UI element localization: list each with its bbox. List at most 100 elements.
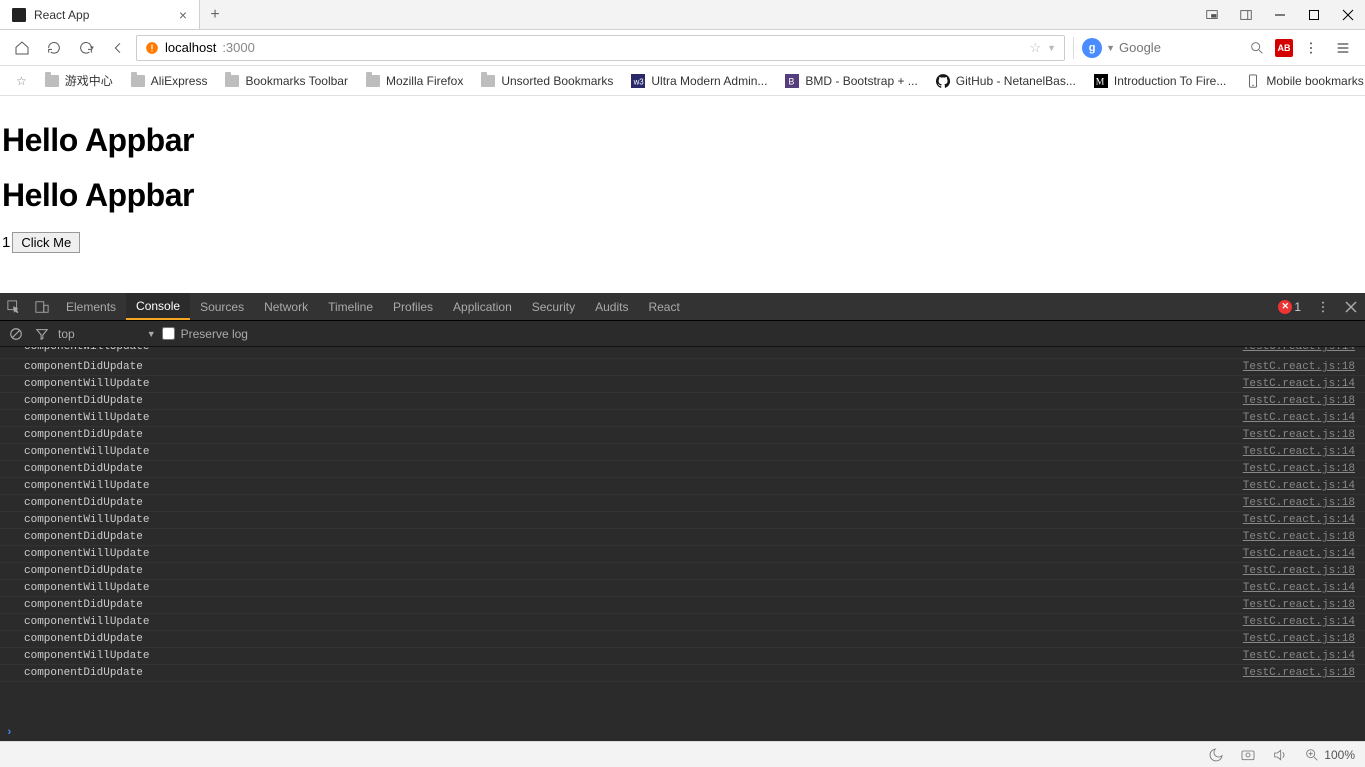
devtools-kebab-icon[interactable] (1309, 293, 1337, 320)
bookmark-item[interactable]: Unsorted Bookmarks (473, 66, 621, 95)
inspect-element-icon[interactable] (0, 293, 28, 320)
adblock-extension-icon[interactable]: AB (1275, 39, 1293, 57)
new-tab-button[interactable]: + (200, 0, 230, 29)
search-button[interactable] (1243, 34, 1271, 62)
devtools-tab-audits[interactable]: Audits (585, 293, 638, 320)
console-message: componentDidUpdate (24, 361, 143, 373)
reload-button[interactable] (40, 34, 68, 62)
window-sidebar-icon[interactable] (1229, 0, 1263, 29)
devtools-tab-console[interactable]: Console (126, 293, 190, 320)
console-message: componentWillUpdate (24, 480, 149, 492)
error-count-badge[interactable]: ✕ (1278, 300, 1292, 314)
bookmark-item[interactable]: Bookmarks Toolbar (217, 66, 356, 95)
console-prompt[interactable]: › (0, 725, 1365, 741)
device-toolbar-icon[interactable] (28, 293, 56, 320)
search-engine-badge[interactable]: g (1082, 38, 1102, 58)
devtools-tab-security[interactable]: Security (522, 293, 585, 320)
console-row: componentWillUpdateTestC.react.js:14 (0, 410, 1365, 427)
bookmark-star-icon[interactable]: ☆ (1030, 40, 1042, 56)
console-source-link[interactable]: TestC.react.js:14 (1243, 548, 1355, 560)
devtools-tab-application[interactable]: Application (443, 293, 522, 320)
console-source-link[interactable]: TestC.react.js:18 (1243, 565, 1355, 577)
kebab-menu-icon[interactable] (1297, 34, 1325, 62)
bookmark-item[interactable]: 游戏中心 (37, 66, 121, 95)
console-row: componentDidUpdateTestC.react.js:18 (0, 393, 1365, 410)
bookmark-star-menu[interactable]: ☆ (8, 66, 35, 95)
home-button[interactable] (8, 34, 36, 62)
devtools-tabbar: Elements Console Sources Network Timelin… (0, 293, 1365, 321)
volume-icon[interactable] (1272, 747, 1288, 763)
search-engine-dropdown-icon[interactable]: ▼ (1106, 43, 1115, 53)
status-bar: 100% (0, 741, 1365, 767)
console-source-link[interactable]: TestC.react.js:14 (1243, 616, 1355, 628)
bookmark-item[interactable]: Mozilla Firefox (358, 66, 471, 95)
console-message: componentWillUpdate (24, 582, 149, 594)
github-icon (936, 74, 950, 88)
hamburger-menu-icon[interactable] (1329, 34, 1357, 62)
devtools-tab-timeline[interactable]: Timeline (318, 293, 383, 320)
filter-icon[interactable] (32, 327, 52, 341)
console-source-link[interactable]: TestC.react.js:18 (1243, 361, 1355, 373)
screenshot-icon[interactable] (1240, 747, 1256, 763)
bookmark-item[interactable]: w3Ultra Modern Admin... (623, 66, 775, 95)
console-row: componentWillUpdateTestC.react.js:14 (0, 614, 1365, 631)
search-input[interactable] (1119, 35, 1239, 61)
zoom-control[interactable]: 100% (1304, 747, 1355, 763)
back-button[interactable] (104, 34, 132, 62)
devtools-close-icon[interactable] (1337, 293, 1365, 320)
console-source-link[interactable]: TestC.react.js:14 (1243, 514, 1355, 526)
history-back-button[interactable]: ▾ (72, 34, 100, 62)
console-source-link[interactable]: TestC.react.js:14 (1243, 347, 1355, 350)
filter-dropdown-icon[interactable]: ▼ (147, 329, 156, 339)
console-source-link[interactable]: TestC.react.js:18 (1243, 599, 1355, 611)
devtools-tab-elements[interactable]: Elements (56, 293, 126, 320)
console-message: componentWillUpdate (24, 347, 149, 350)
devtools-tab-react[interactable]: React (638, 293, 689, 320)
console-row: componentDidUpdate TestC.react.js:18 (0, 359, 1365, 376)
preserve-log-checkbox[interactable] (162, 327, 175, 340)
page-content: Hello Appbar Hello Appbar 1 Click Me (0, 96, 1365, 293)
console-source-link[interactable]: TestC.react.js:18 (1243, 429, 1355, 441)
console-message: componentWillUpdate (24, 548, 149, 560)
url-input[interactable]: localhost:3000 ☆ ▼ (136, 35, 1065, 61)
console-source-link[interactable]: TestC.react.js:18 (1243, 667, 1355, 679)
bookmark-item[interactable]: AliExpress (123, 66, 216, 95)
window-minimize-button[interactable] (1263, 0, 1297, 29)
console-source-link[interactable]: TestC.react.js:18 (1243, 463, 1355, 475)
console-source-link[interactable]: TestC.react.js:18 (1243, 531, 1355, 543)
console-source-link[interactable]: TestC.react.js:18 (1243, 497, 1355, 509)
console-message: componentWillUpdate (24, 650, 149, 662)
theme-icon[interactable] (1208, 747, 1224, 763)
devtools-tab-sources[interactable]: Sources (190, 293, 254, 320)
console-row: componentWillUpdate TestC.react.js:14 (0, 648, 1365, 665)
bookmark-item[interactable]: MIntroduction To Fire... (1086, 66, 1235, 95)
clear-console-icon[interactable] (6, 327, 26, 341)
console-source-link[interactable]: TestC.react.js:14 (1243, 412, 1355, 424)
tab-title: React App (34, 8, 89, 22)
console-source-link[interactable]: TestC.react.js:18 (1243, 395, 1355, 407)
console-source-link[interactable]: TestC.react.js:14 (1243, 480, 1355, 492)
console-message: componentDidUpdate (24, 633, 143, 645)
tab-close-icon[interactable]: × (179, 7, 187, 23)
filter-scope[interactable]: top (58, 327, 75, 341)
console-source-link[interactable]: TestC.react.js:14 (1243, 582, 1355, 594)
window-close-button[interactable] (1331, 0, 1365, 29)
bookmark-item[interactable]: BBMD - Bootstrap + ... (777, 66, 925, 95)
mobile-bookmarks[interactable]: Mobile bookmarks (1238, 66, 1365, 95)
console-source-link[interactable]: TestC.react.js:18 (1243, 633, 1355, 645)
window-maximize-button[interactable] (1297, 0, 1331, 29)
url-dropdown-icon[interactable]: ▼ (1047, 43, 1056, 53)
console-source-link[interactable]: TestC.react.js:14 (1243, 378, 1355, 390)
browser-tab[interactable]: React App × (0, 0, 200, 29)
console-source-link[interactable]: TestC.react.js:14 (1243, 650, 1355, 662)
devtools-tab-profiles[interactable]: Profiles (383, 293, 443, 320)
devtools-tab-network[interactable]: Network (254, 293, 318, 320)
console-row: componentWillUpdate TestC.react.js:14 (0, 546, 1365, 563)
bookmark-item[interactable]: GitHub - NetanelBas... (928, 66, 1084, 95)
svg-text:M: M (1096, 76, 1105, 87)
console-source-link[interactable]: TestC.react.js:14 (1243, 446, 1355, 458)
console-row: componentDidUpdateTestC.react.js:18 (0, 461, 1365, 478)
window-pip-icon[interactable] (1195, 0, 1229, 29)
console-output[interactable]: componentWillUpdate TestC.react.js:14 comp… (0, 347, 1365, 725)
click-me-button[interactable]: Click Me (12, 232, 80, 253)
